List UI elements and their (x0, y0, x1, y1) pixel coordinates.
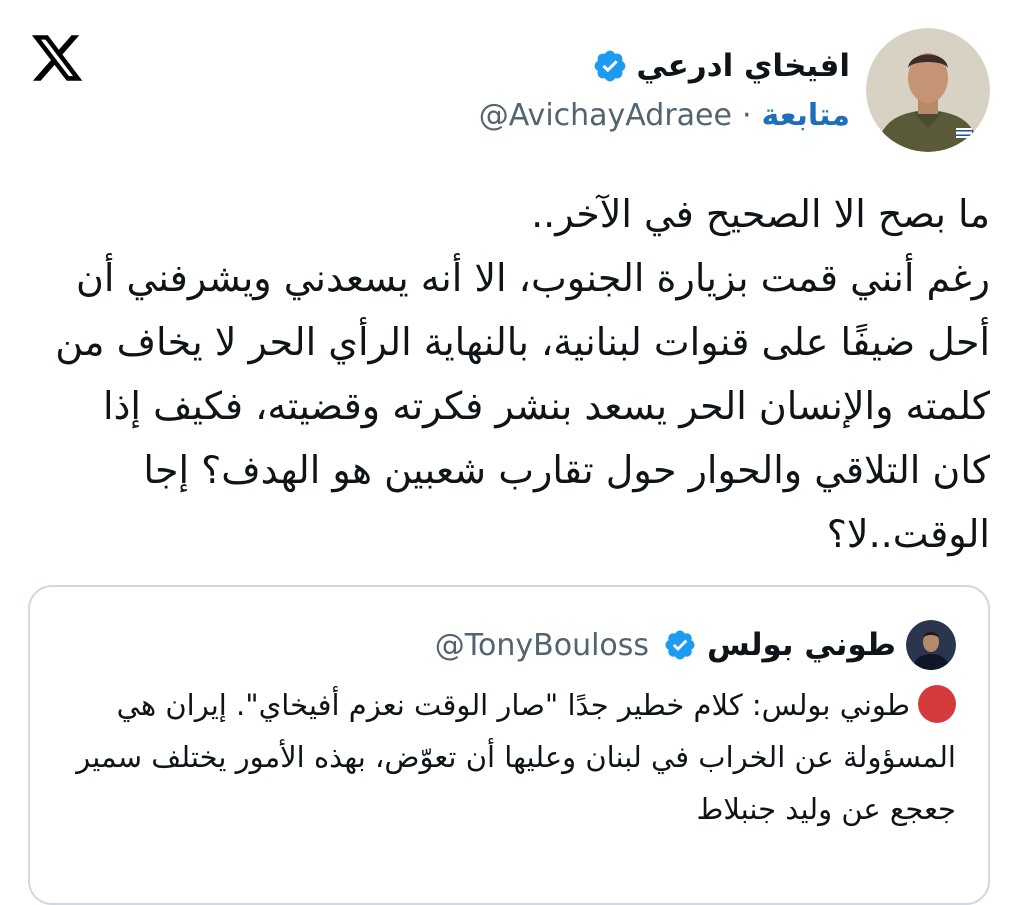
tweet-text: ما بصح الا الصحيح في الآخر.. رغم أنني قم… (55, 192, 990, 556)
separator-dot: · (741, 97, 752, 133)
follow-button[interactable]: متابعة (762, 98, 850, 133)
author-name-row: افيخاي ادرعي (592, 48, 850, 84)
quoted-tweet-header: @TonyBouloss طوني بولس (435, 619, 956, 671)
author-handle[interactable]: @AvichayAdraee (479, 98, 732, 133)
quoted-author-avatar (906, 620, 956, 670)
verified-badge-icon (665, 630, 695, 660)
quoted-avatar-image (906, 620, 956, 670)
verified-badge-icon (594, 50, 626, 81)
avatar-image (866, 28, 990, 152)
author-handle-row: @AvichayAdraee · متابعة (479, 98, 850, 133)
red-circle-icon (918, 685, 956, 723)
quoted-tweet-body: طوني بولس: كلام خطير جدًا "صار الوقت نعز… (76, 688, 956, 826)
quoted-author-name: طوني بولس (707, 627, 896, 663)
quoted-tweet-text: طوني بولس: كلام خطير جدًا "صار الوقت نعز… (66, 679, 956, 835)
tweet-header: افيخاي ادرعي @AvichayAdraee · متابعة (479, 28, 990, 152)
x-logo-icon[interactable] (28, 30, 86, 86)
quoted-tweet-card[interactable]: @TonyBouloss طوني بولس طوني بولس: كلام خ… (28, 585, 990, 905)
quoted-author-handle: @TonyBouloss (434, 627, 650, 663)
author-display-name[interactable]: افيخاي ادرعي (636, 48, 850, 84)
author-info: افيخاي ادرعي @AvichayAdraee · متابعة (479, 48, 850, 133)
author-avatar[interactable] (866, 28, 990, 152)
